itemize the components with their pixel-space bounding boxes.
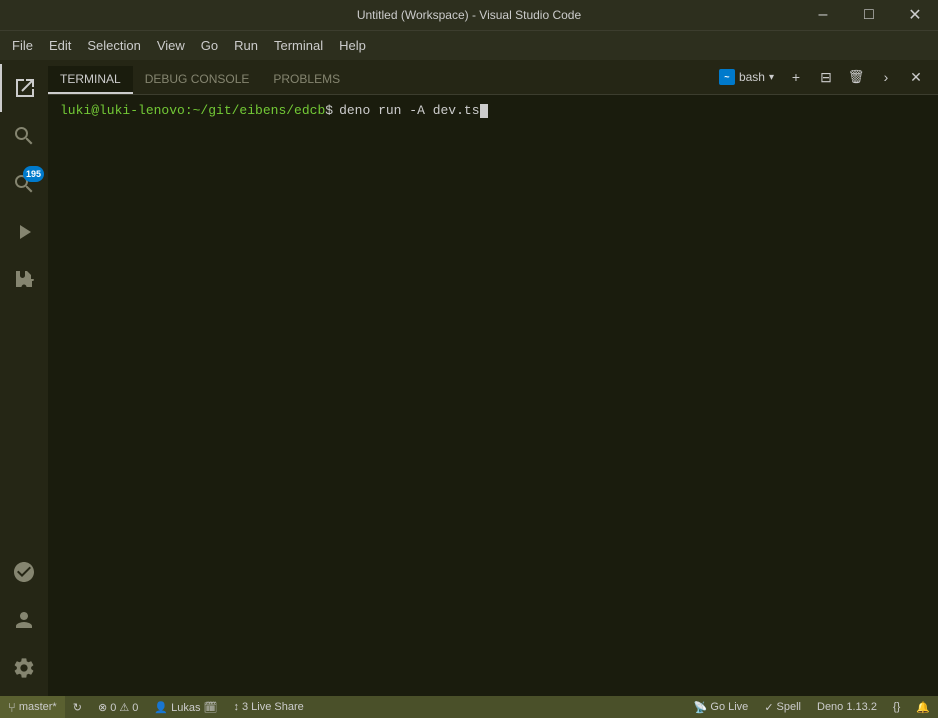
minimize-button[interactable]: – [800, 0, 846, 30]
remote-explorer-icon[interactable] [0, 548, 48, 596]
notifications-button[interactable]: 🔔 [908, 696, 938, 718]
terminal-panel: TERMINAL DEBUG CONSOLE PROBLEMS ~ bash ▾… [48, 60, 938, 696]
add-terminal-button[interactable]: + [782, 63, 810, 91]
menu-edit[interactable]: Edit [41, 34, 79, 57]
live-share-button[interactable]: ↕ 3 Live Share [226, 696, 312, 718]
tab-debug-console[interactable]: DEBUG CONSOLE [133, 66, 262, 94]
go-live-icon: 📡 [694, 701, 708, 714]
kill-terminal-button[interactable]: 🗑 [842, 63, 870, 91]
panel-header: TERMINAL DEBUG CONSOLE PROBLEMS ~ bash ▾… [48, 60, 938, 95]
window-controls: – □ ✕ [800, 0, 938, 30]
terminal-command: deno run -A dev.ts [339, 103, 479, 118]
menu-bar: File Edit Selection View Go Run Terminal… [0, 30, 938, 60]
menu-terminal[interactable]: Terminal [266, 34, 331, 57]
go-live-button[interactable]: 📡 Go Live [686, 696, 757, 718]
split-terminal-button[interactable]: ⊟ [812, 63, 840, 91]
main-layout: 195 TERMINAL DEBUG [0, 60, 938, 696]
git-branch-label: master* [19, 701, 57, 713]
live-share-label: 3 Live Share [242, 701, 304, 713]
prompt-user: luki@luki-lenovo [60, 103, 185, 118]
deno-version-label: Deno 1.13.2 [817, 701, 877, 713]
deno-version-status[interactable]: Deno 1.13.2 [809, 696, 885, 718]
errors-warnings-label: ⊗ 0 ⚠ 0 [98, 701, 138, 714]
prompt-dollar: $ [325, 103, 333, 118]
tab-problems[interactable]: PROBLEMS [261, 66, 352, 94]
close-panel-button[interactable]: ✕ [902, 63, 930, 91]
more-actions-button[interactable]: › [872, 63, 900, 91]
git-branch-icon: ⑂ [8, 700, 16, 715]
menu-file[interactable]: File [4, 34, 41, 57]
settings-icon[interactable] [0, 644, 48, 692]
terminal-body[interactable]: luki@luki-lenovo :~/git/eibens/edcb $ de… [48, 95, 938, 696]
maximize-button[interactable]: □ [846, 0, 892, 30]
bell-icon: 🔔 [916, 701, 930, 714]
tab-terminal[interactable]: TERMINAL [48, 66, 133, 94]
prettier-status[interactable]: {} [885, 696, 908, 718]
prettier-icon: {} [893, 701, 900, 713]
sync-icon: ↻ [73, 701, 82, 714]
live-share-icon: ↕ [234, 701, 240, 713]
title-bar: Untitled (Workspace) - Visual Studio Cod… [0, 0, 938, 30]
status-bar-left: ⑂ master* ↻ ⊗ 0 ⚠ 0 👤 Lukas 🗓 ↕ 3 Live S… [0, 696, 312, 718]
spell-label: Spell [777, 701, 801, 713]
live-share-user-status[interactable]: 👤 Lukas 🗓 [146, 696, 225, 718]
sidebar-item-explorer[interactable] [0, 64, 48, 112]
status-bar: ⑂ master* ↻ ⊗ 0 ⚠ 0 👤 Lukas 🗓 ↕ 3 Live S… [0, 696, 938, 718]
bash-shell-selector[interactable]: ~ bash ▾ [713, 67, 780, 87]
go-live-label: Go Live [710, 701, 748, 713]
menu-help[interactable]: Help [331, 34, 374, 57]
sidebar-item-extensions[interactable] [0, 256, 48, 304]
live-share-user-label: Lukas 🗓 [171, 701, 217, 714]
git-branch-status[interactable]: ⑂ master* [0, 696, 65, 718]
panel-tabs: TERMINAL DEBUG CONSOLE PROBLEMS [48, 60, 352, 94]
close-button[interactable]: ✕ [892, 0, 938, 30]
window-title: Untitled (Workspace) - Visual Studio Cod… [357, 8, 581, 22]
sidebar-item-source-control[interactable]: 195 [0, 160, 48, 208]
activity-bar: 195 [0, 60, 48, 696]
source-control-badge: 195 [23, 166, 44, 182]
terminal-cursor [480, 104, 488, 118]
bash-icon: ~ [719, 69, 735, 85]
status-bar-right: 📡 Go Live ✓ Spell Deno 1.13.2 {} 🔔 [686, 696, 938, 718]
menu-run[interactable]: Run [226, 34, 266, 57]
bash-label: bash [739, 70, 765, 84]
panel-actions: ~ bash ▾ + ⊟ 🗑 › ✕ [713, 63, 938, 91]
prompt-path: :~/git/eibens/edcb [185, 103, 325, 118]
chevron-down-icon: ▾ [769, 72, 774, 83]
sync-status[interactable]: ↻ [65, 696, 90, 718]
sidebar-item-run-debug[interactable] [0, 208, 48, 256]
errors-warnings-status[interactable]: ⊗ 0 ⚠ 0 [90, 696, 146, 718]
menu-go[interactable]: Go [193, 34, 226, 57]
spell-check-status[interactable]: ✓ Spell [756, 696, 809, 718]
editor-area: TERMINAL DEBUG CONSOLE PROBLEMS ~ bash ▾… [48, 60, 938, 696]
live-share-user-icon: 👤 [154, 701, 168, 714]
activity-bar-bottom [0, 548, 48, 696]
account-icon[interactable] [0, 596, 48, 644]
terminal-prompt-line: luki@luki-lenovo :~/git/eibens/edcb $ de… [60, 103, 926, 118]
menu-selection[interactable]: Selection [79, 34, 148, 57]
sidebar-item-search[interactable] [0, 112, 48, 160]
checkmark-icon: ✓ [764, 701, 773, 714]
menu-view[interactable]: View [149, 34, 193, 57]
